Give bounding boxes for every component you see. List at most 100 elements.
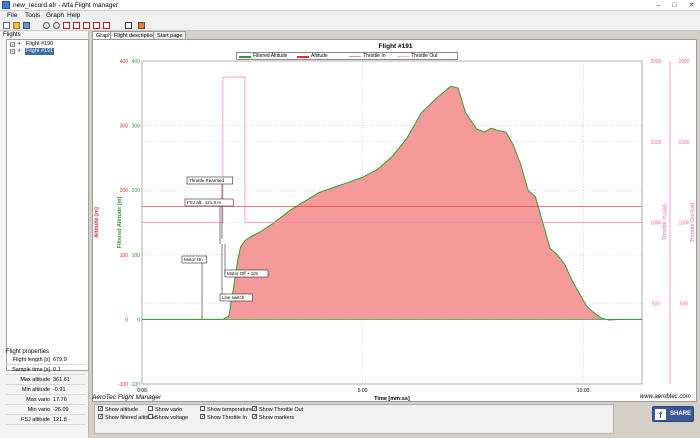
right-axis2-title: Throttle Out [us] — [690, 202, 696, 242]
tab-start-page[interactable]: Start page — [153, 31, 187, 39]
title-bar: new_record.afr - Alfa Flight manager – □… — [0, 0, 700, 11]
annotation-label: Line switch — [222, 295, 245, 300]
checkbox-show-throttle-out[interactable]: ✓ Show Throttle Out — [252, 406, 303, 414]
flights-tree[interactable]: + ✈ Flight #190 + ✈ Flight #191 — [6, 39, 89, 371]
checkbox-box[interactable]: ✓ — [200, 414, 205, 420]
y2-tick-label: 200 — [132, 188, 141, 194]
menu-bar: File Tools Graph Help — [0, 11, 700, 21]
checkbox-box[interactable] — [200, 406, 205, 412]
y-tick-label: 100 — [120, 253, 129, 259]
close-icon[interactable] — [125, 22, 132, 29]
property-value: 361.61 — [53, 377, 70, 383]
tree-item-label[interactable]: Flight #190 — [25, 41, 54, 48]
property-name: Max altitude — [20, 377, 50, 383]
left-panel: Flights + ✈ Flight #190 + ✈ Flight #191 … — [0, 31, 89, 438]
property-row: Max altitude 361.61 — [6, 376, 86, 385]
checkbox-box[interactable] — [148, 406, 153, 412]
annotation-label: Motor Off + 10s — [227, 271, 259, 276]
facebook-icon: f — [655, 409, 666, 420]
share-label: SHARE — [670, 411, 692, 417]
property-value: -0.91 — [53, 387, 66, 393]
checkbox-box[interactable] — [148, 414, 153, 420]
checkbox-show-vario[interactable]: Show vario — [148, 406, 182, 414]
flights-heading: Flights — [3, 32, 21, 38]
right-tick-label: 500 — [652, 301, 661, 307]
checkbox-label: Show voltage — [155, 415, 189, 421]
checkbox-show-throttle-in[interactable]: ✓ Show Throttle In — [200, 414, 247, 422]
right2-tick-label: 1000 — [678, 221, 689, 227]
checkbox-show-temperature[interactable]: Show temperature — [200, 406, 252, 414]
right2-tick-label: 2000 — [678, 59, 689, 65]
close-window-button[interactable]: ✕ — [685, 1, 698, 10]
zoom-out-icon[interactable] — [53, 22, 60, 29]
right2-tick-label: 500 — [680, 301, 689, 307]
toolbar — [0, 21, 700, 31]
y-tick-label: 300 — [120, 124, 129, 130]
property-name: Min vario — [27, 407, 50, 413]
left-axis2-title: Filtered Altitude [m] — [117, 196, 123, 248]
property-value: -26.09 — [53, 407, 69, 413]
checkbox-box[interactable]: ✓ — [98, 406, 103, 412]
left-axis-title: Altitude [m] — [94, 207, 100, 238]
tree-item-label[interactable]: Flight #191 — [25, 48, 55, 55]
maximize-button[interactable]: □ — [668, 1, 681, 10]
checkbox-show-voltage[interactable]: Show voltage — [148, 414, 188, 422]
annotation-label: FSJ alt.: 121.8 m — [187, 200, 221, 205]
property-row: Sample time [s] 0.1 — [6, 366, 86, 375]
facebook-share-button[interactable]: f SHARE — [652, 406, 694, 422]
y2-tick-label: 400 — [132, 59, 141, 65]
right2-tick-label: 1500 — [678, 140, 689, 146]
checkbox-label: Show Throttle In — [207, 415, 247, 421]
annotation-label: Throttle Rearmed — [189, 178, 225, 183]
x-axis-title: Time [mm:ss] — [374, 396, 410, 402]
edit-icon[interactable] — [138, 22, 145, 29]
annotation-label: Motor On — [184, 257, 203, 262]
export-3-icon[interactable] — [83, 22, 90, 29]
chart-canvas[interactable]: -100 -1000 0100 100200 200300 300400 400500 500… — [92, 39, 697, 402]
property-row: Min vario -26.09 — [6, 406, 86, 415]
checkbox-label: Show markers — [259, 415, 295, 421]
new-file-icon[interactable] — [3, 22, 10, 29]
footer-website[interactable]: www.aerobtec.com — [640, 394, 691, 400]
checkbox-show-altitude[interactable]: ✓ Show altitude — [98, 406, 138, 414]
checkbox-label: Show vario — [155, 407, 183, 413]
property-row: Min altitude -0.91 — [6, 386, 86, 395]
export-1-icon[interactable] — [63, 22, 70, 29]
menu-tools[interactable]: Tools — [22, 11, 43, 21]
property-value: 0.1 — [53, 367, 61, 373]
minimize-button[interactable]: – — [652, 1, 665, 10]
menu-help[interactable]: Help — [64, 11, 83, 21]
right-tick-label: 1000 — [650, 221, 661, 227]
property-row: Max vario 17.76 — [6, 396, 86, 405]
checkbox-label: Show altitude — [105, 407, 139, 413]
checkbox-box[interactable]: ✓ — [98, 414, 103, 420]
y2-tick-label: 300 — [132, 124, 141, 130]
display-options-panel: ✓ Show altitude ✓ Show filtered altitude S… — [94, 404, 614, 434]
y-tick-label: 400 — [120, 59, 129, 65]
property-value: 679.9 — [53, 357, 67, 363]
menu-file[interactable]: File — [4, 11, 20, 21]
property-name: FSJ altitude — [20, 417, 50, 423]
app-icon — [2, 1, 10, 9]
property-name: Max vario — [26, 397, 50, 403]
save-icon[interactable] — [23, 22, 30, 29]
zoom-in-icon[interactable] — [43, 22, 50, 29]
y2-tick-label: 0 — [137, 317, 140, 323]
y2-tick-label: 100 — [132, 253, 141, 259]
export-4-icon[interactable] — [93, 22, 100, 29]
open-folder-icon[interactable] — [13, 22, 20, 29]
right-axis-title: Throttle In [us] — [662, 204, 668, 240]
property-value: 121.8 — [53, 417, 67, 423]
y-tick-label: 200 — [120, 188, 129, 194]
expand-icon[interactable]: + — [10, 42, 15, 47]
right-tick-label: 1500 — [650, 140, 661, 146]
checkbox-box[interactable]: ✓ — [252, 406, 257, 412]
checkbox-show-markers[interactable]: ✓ Show markers — [252, 414, 294, 422]
export-5-icon[interactable] — [103, 22, 110, 29]
expand-icon[interactable]: + — [10, 49, 15, 54]
window-title: new_record.afr - Alfa Flight manager — [13, 2, 119, 9]
property-name: Sample time [s] — [12, 367, 50, 373]
checkbox-box[interactable]: ✓ — [252, 414, 257, 420]
x-tick-label: 10:00 — [577, 388, 590, 394]
export-2-icon[interactable] — [73, 22, 80, 29]
